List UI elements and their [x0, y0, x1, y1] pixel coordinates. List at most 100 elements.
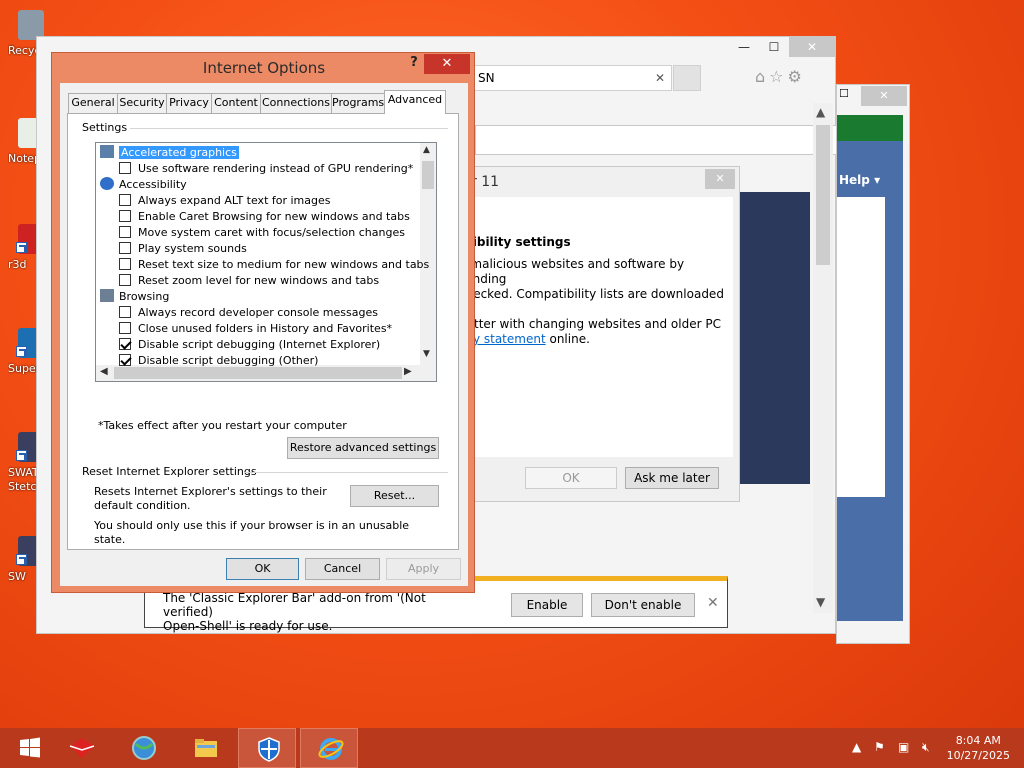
clock[interactable]: 8:04 AM 10/27/2025 [947, 733, 1010, 763]
checkbox[interactable] [119, 242, 131, 254]
checkbox[interactable] [119, 274, 131, 286]
shortcut-arrow-icon [16, 242, 27, 253]
settings-option[interactable]: Always expand ALT text for images [119, 193, 331, 209]
checkbox[interactable] [119, 322, 131, 334]
taskbar-defender[interactable] [238, 728, 296, 768]
close-button[interactable]: ✕ [789, 37, 835, 57]
reset-group-label: Reset Internet Explorer settings [82, 465, 257, 478]
tab-content[interactable]: Content [211, 93, 261, 113]
scroll-up-icon[interactable]: ▲ [423, 145, 430, 155]
settings-option[interactable]: Play system sounds [119, 241, 247, 257]
shortcut-arrow-icon [16, 346, 27, 357]
ok-button[interactable]: OK [226, 558, 299, 580]
taskbar-internet-explorer[interactable] [300, 728, 358, 768]
taskbar-app-3d[interactable] [52, 728, 110, 768]
settings-option[interactable]: Enable Caret Browsing for new windows an… [119, 209, 410, 225]
globe-icon [132, 736, 156, 760]
enable-button[interactable]: Enable [511, 593, 583, 617]
dont-enable-button[interactable]: Don't enable [591, 593, 695, 617]
show-hidden-icons[interactable]: ▲ [852, 740, 861, 754]
ie-tab-close-icon[interactable]: ✕ [655, 66, 665, 90]
apply-button[interactable]: Apply [386, 558, 461, 580]
group-line [244, 472, 448, 473]
side-window[interactable]: ☐ ✕ Help ▾ [836, 84, 910, 644]
checkbox[interactable] [119, 338, 131, 350]
checkbox[interactable] [119, 194, 131, 206]
restore-advanced-button[interactable]: Restore advanced settings [287, 437, 439, 459]
tab-general[interactable]: General [68, 93, 118, 113]
checkbox[interactable] [119, 226, 131, 238]
ie-tab-title: SN [478, 71, 495, 85]
internet-options-dialog[interactable]: Internet Options ? ✕ General Security Priv… [51, 52, 475, 593]
settings-option[interactable]: Reset text size to medium for new window… [119, 257, 429, 273]
taskbar: ▲ ⚑ ▣ 🔇︎ 8:04 AM 10/27/2025 [0, 728, 1024, 768]
reset-button[interactable]: Reset... [350, 485, 439, 507]
ie11-setup-dialog[interactable]: r 11 ✕ tibility settings n malicious web… [459, 166, 740, 502]
side-close-button[interactable]: ✕ [861, 86, 907, 106]
browsing-icon [100, 289, 114, 302]
cancel-button[interactable]: Cancel [305, 558, 380, 580]
settings-option[interactable]: Close unused folders in History and Favo… [119, 321, 392, 337]
ie-address-bar[interactable] [475, 125, 847, 155]
tab-programs[interactable]: Programs [331, 93, 385, 113]
dialog-close-button[interactable]: ✕ [705, 169, 735, 189]
maximize-button[interactable]: ☐ [759, 37, 789, 57]
notification-close-icon[interactable]: ✕ [707, 595, 719, 611]
checkbox[interactable] [119, 354, 131, 366]
accessibility-icon [100, 177, 114, 190]
start-button[interactable] [0, 728, 58, 768]
ie-tab[interactable]: SN ✕ [472, 65, 672, 91]
settings-option[interactable]: Disable script debugging (Internet Explo… [119, 337, 380, 353]
ok-button[interactable]: OK [525, 467, 617, 489]
setting-label: Always expand ALT text for images [138, 194, 331, 207]
scroll-right-icon[interactable]: ▶ [404, 366, 412, 377]
checkbox[interactable] [119, 258, 131, 270]
settings-category[interactable]: Accessibility [100, 177, 187, 193]
ask-later-button[interactable]: Ask me later [625, 467, 719, 489]
tab-security[interactable]: Security [117, 93, 167, 113]
action-center-flag-icon[interactable]: ⚑ [874, 740, 885, 754]
content-panel [837, 197, 885, 497]
volume-muted-icon[interactable]: 🔇︎ [922, 740, 930, 755]
ie-new-tab[interactable] [673, 65, 701, 91]
checkbox[interactable] [119, 162, 131, 174]
monitor-icon [100, 145, 114, 158]
minimize-button[interactable]: — [729, 37, 759, 57]
scroll-down-icon[interactable]: ▼ [423, 349, 430, 359]
setting-label: Close unused folders in History and Favo… [138, 322, 393, 335]
internet-explorer-icon [318, 738, 344, 760]
taskbar-file-explorer[interactable] [176, 728, 234, 768]
settings-option[interactable]: Use software rendering instead of GPU re… [119, 161, 413, 177]
scroll-thumb[interactable] [816, 125, 830, 265]
setting-label: Reset zoom level for new windows and tab… [138, 274, 380, 287]
tab-connections[interactable]: Connections [260, 93, 332, 113]
settings-tree[interactable]: ▲ ▼ ◀ ▶ Accelerated graphics Use software… [95, 142, 437, 382]
help-menu[interactable]: Help ▾ [839, 173, 880, 187]
reset-warning: You should only use this if your browser… [94, 519, 410, 546]
setting-label: Disable script debugging (Other) [138, 354, 319, 367]
help-button[interactable]: ? [404, 55, 424, 70]
settings-category[interactable]: Browsing [100, 289, 169, 305]
network-icon[interactable]: ▣ [898, 740, 909, 754]
checkbox[interactable] [119, 210, 131, 222]
scroll-down-icon[interactable]: ▼ [816, 595, 825, 609]
tab-privacy[interactable]: Privacy [166, 93, 212, 113]
checkbox[interactable] [119, 306, 131, 318]
setting-label: Use software rendering instead of GPU re… [138, 162, 414, 175]
settings-option[interactable]: Always record developer console messages [119, 305, 378, 321]
scroll-thumb[interactable] [422, 161, 434, 189]
ie-scrollbar[interactable]: ▲ ▼ [813, 103, 833, 613]
settings-option[interactable]: Reset zoom level for new windows and tab… [119, 273, 379, 289]
restart-note: *Takes effect after you restart your com… [98, 419, 347, 432]
scroll-left-icon[interactable]: ◀ [100, 366, 108, 377]
taskbar-app-browser[interactable] [114, 728, 172, 768]
list-vertical-scrollbar[interactable]: ▲ ▼ [420, 143, 436, 365]
settings-option[interactable]: Disable script debugging (Other) [119, 353, 318, 369]
close-button[interactable]: ✕ [424, 54, 470, 74]
settings-option[interactable]: Move system caret with focus/selection c… [119, 225, 405, 241]
ie-toolbar-icons[interactable]: ⌂☆⚙ [755, 67, 806, 86]
maximize-icon[interactable]: ☐ [839, 87, 855, 100]
scroll-up-icon[interactable]: ▲ [816, 105, 825, 119]
tab-advanced[interactable]: Advanced [384, 90, 446, 114]
settings-category[interactable]: Accelerated graphics [100, 145, 239, 161]
